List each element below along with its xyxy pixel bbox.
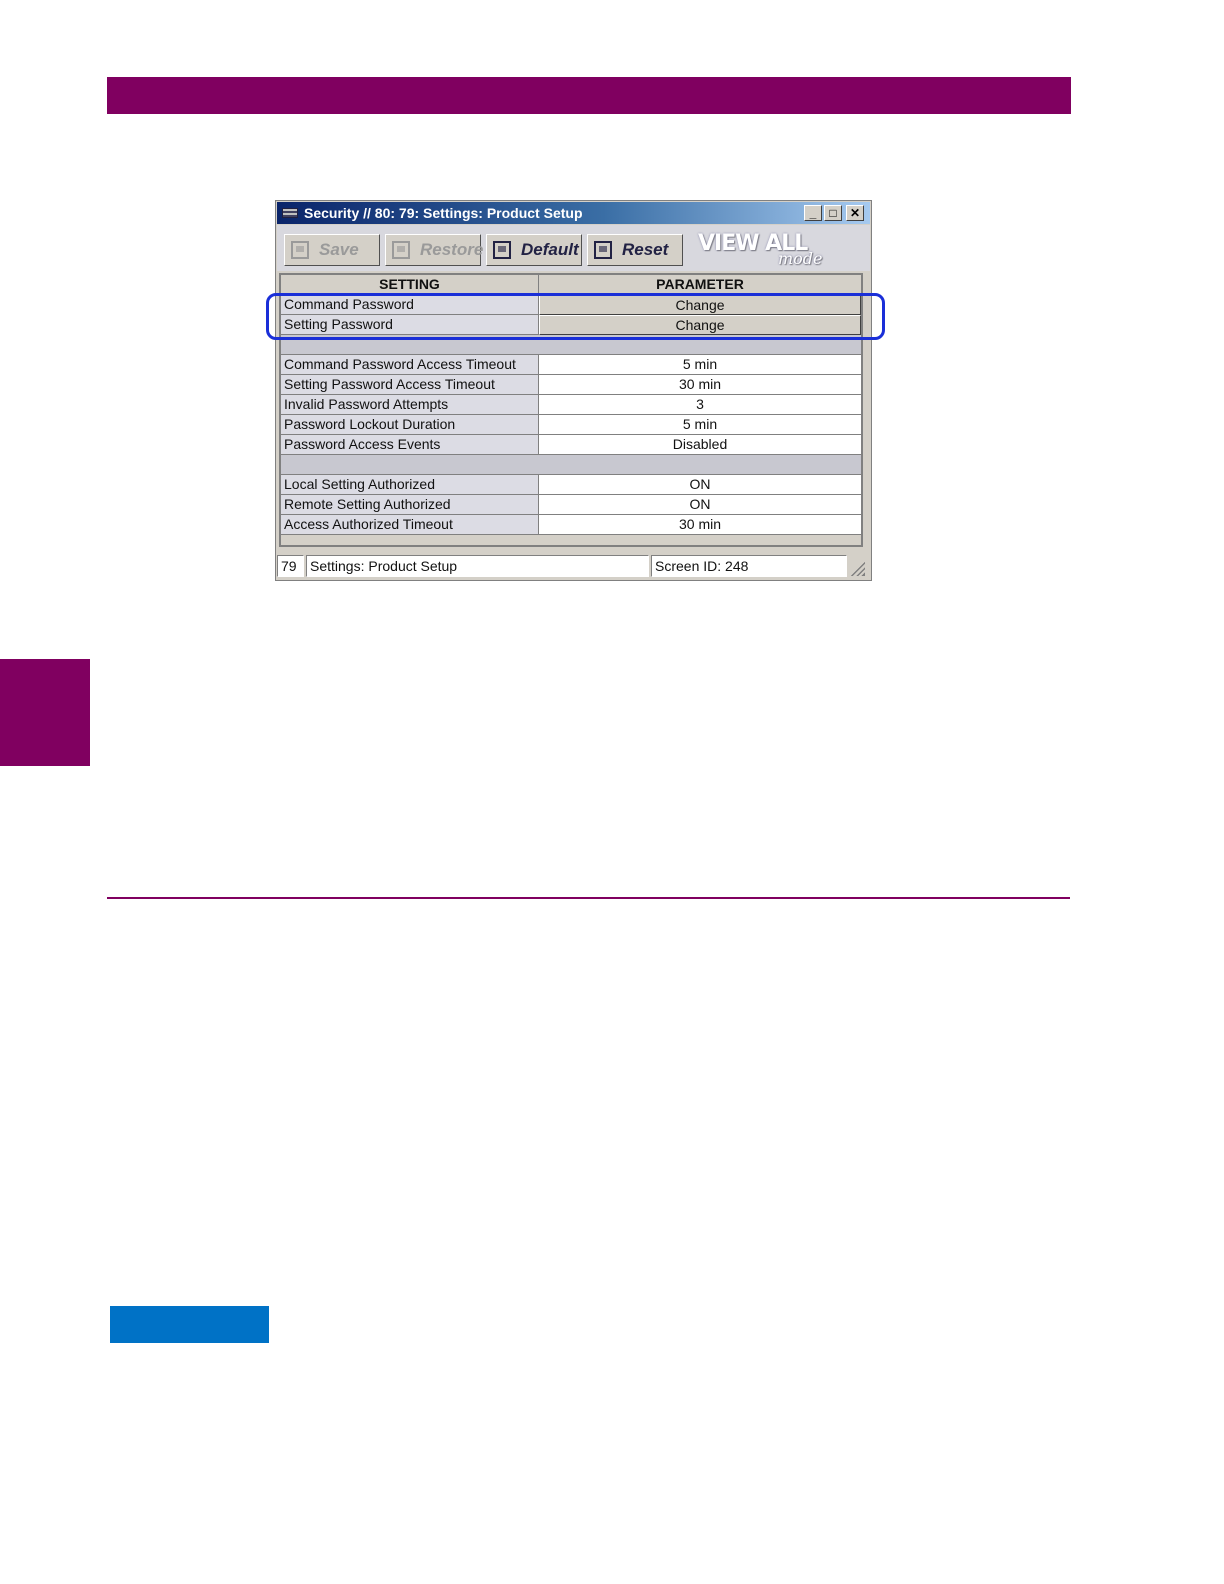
default-button-label: Default — [521, 240, 579, 259]
restore-icon — [392, 241, 410, 259]
setting-value[interactable]: 5 min — [539, 355, 861, 375]
table-row: Access Authorized Timeout 30 min — [281, 515, 861, 535]
resize-grip-icon[interactable] — [849, 560, 865, 576]
status-screen-id: Screen ID: 248 — [651, 555, 847, 577]
group-separator — [281, 455, 861, 475]
setting-value[interactable]: ON — [539, 495, 861, 515]
reset-button[interactable]: Reset — [587, 234, 683, 266]
table-row: Password Access Events Disabled — [281, 435, 861, 455]
save-icon — [291, 241, 309, 259]
minimize-button[interactable]: _ — [804, 205, 822, 221]
close-button[interactable]: ✕ — [846, 205, 864, 221]
chapter-side-tab — [0, 659, 90, 766]
security-settings-window: Security // 80: 79: Settings: Product Se… — [275, 200, 872, 581]
restore-button[interactable]: Restore — [385, 234, 484, 266]
table-row: Command Password Access Timeout 5 min — [281, 355, 861, 375]
page-header-bar — [107, 77, 1071, 114]
grid-header-row: SETTING PARAMETER — [281, 275, 861, 295]
column-header-setting: SETTING — [281, 275, 539, 295]
section-divider — [107, 897, 1070, 899]
setting-name: Password Lockout Duration — [281, 415, 539, 435]
app-icon — [282, 208, 298, 218]
password-rows-highlight — [266, 293, 885, 340]
setting-name: Local Setting Authorized — [281, 475, 539, 495]
setting-value[interactable]: 30 min — [539, 375, 861, 395]
default-icon — [493, 241, 511, 259]
setting-name: Command Password Access Timeout — [281, 355, 539, 375]
setting-value[interactable]: ON — [539, 475, 861, 495]
save-button-label: Save — [319, 240, 359, 259]
note-label-box — [110, 1306, 269, 1343]
status-number: 79 — [277, 555, 304, 577]
toolbar: Save Restore Default Reset VIEW ALL mode — [277, 225, 870, 271]
status-bar: 79 Settings: Product Setup Screen ID: 24… — [277, 554, 870, 578]
window-titlebar[interactable]: Security // 80: 79: Settings: Product Se… — [277, 202, 870, 224]
mode-label: mode — [778, 249, 823, 268]
default-button[interactable]: Default — [486, 234, 582, 266]
save-button[interactable]: Save — [284, 234, 380, 266]
setting-value[interactable]: 3 — [539, 395, 861, 415]
column-header-parameter: PARAMETER — [539, 275, 861, 295]
table-row: Setting Password Access Timeout 30 min — [281, 375, 861, 395]
table-row: Local Setting Authorized ON — [281, 475, 861, 495]
setting-name: Invalid Password Attempts — [281, 395, 539, 415]
setting-value[interactable]: 30 min — [539, 515, 861, 535]
reset-button-label: Reset — [622, 240, 669, 259]
setting-name: Remote Setting Authorized — [281, 495, 539, 515]
table-row: Password Lockout Duration 5 min — [281, 415, 861, 435]
window-title: Security // 80: 79: Settings: Product Se… — [304, 205, 583, 221]
setting-value[interactable]: 5 min — [539, 415, 861, 435]
maximize-button[interactable]: □ — [824, 205, 842, 221]
setting-name: Setting Password Access Timeout — [281, 375, 539, 395]
table-row: Remote Setting Authorized ON — [281, 495, 861, 515]
status-location: Settings: Product Setup — [306, 555, 649, 577]
setting-name: Password Access Events — [281, 435, 539, 455]
reset-icon — [594, 241, 612, 259]
setting-value[interactable]: Disabled — [539, 435, 861, 455]
restore-button-label: Restore — [420, 240, 484, 259]
setting-name: Access Authorized Timeout — [281, 515, 539, 535]
table-row: Invalid Password Attempts 3 — [281, 395, 861, 415]
